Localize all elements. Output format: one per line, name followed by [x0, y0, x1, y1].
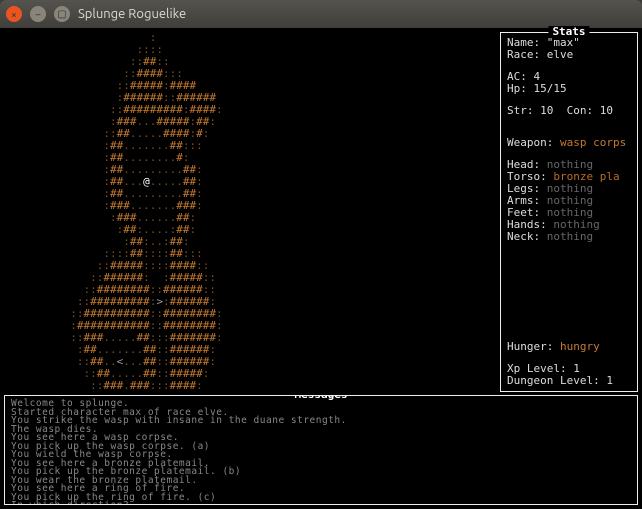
message-log: Messages Welcome to splunge.Started char…	[4, 395, 638, 505]
messages-title: Messages	[291, 395, 352, 401]
str-value: 10	[540, 104, 553, 117]
weapon-value: wasp corps	[560, 136, 626, 149]
stats-panel: Stats Name: "max" Race: elve AC: 4 Hp: 1…	[500, 32, 638, 392]
hunger-value: hungry	[560, 340, 600, 353]
race-value: elve	[547, 48, 574, 61]
game-client: : :::: ::##:: ::####::: ::#####:####	[0, 28, 642, 509]
race-label: Race:	[507, 48, 540, 61]
equipment-slots: Head: nothingTorso: bronze plaLegs: noth…	[507, 159, 631, 243]
message-line: In which direction?	[11, 502, 631, 505]
hp-value: 15/15	[534, 82, 567, 95]
dungeon-map[interactable]: : :::: ::##:: ::####::: ::#####:####	[4, 32, 498, 392]
con-value: 10	[600, 104, 613, 117]
equip-slot: Neck: nothing	[507, 231, 631, 243]
stats-title: Stats	[548, 26, 589, 38]
window-titlebar: × – ▢ Splunge Roguelike	[0, 0, 642, 28]
hp-label: Hp:	[507, 82, 527, 95]
dlvl-label: Dungeon Level:	[507, 374, 600, 387]
con-label: Con:	[567, 104, 594, 117]
window-title: Splunge Roguelike	[78, 7, 186, 21]
message-lines: Welcome to splunge.Started character max…	[11, 400, 631, 505]
window-maximize-button[interactable]: ▢	[54, 6, 70, 22]
str-label: Str:	[507, 104, 534, 117]
dlvl-value: 1	[606, 374, 613, 387]
window-close-button[interactable]: ×	[6, 6, 22, 22]
hunger-label: Hunger:	[507, 340, 553, 353]
window-minimize-button[interactable]: –	[30, 6, 46, 22]
message-line: You strike the wasp with insane in the d…	[11, 417, 631, 426]
weapon-label: Weapon:	[507, 136, 553, 149]
